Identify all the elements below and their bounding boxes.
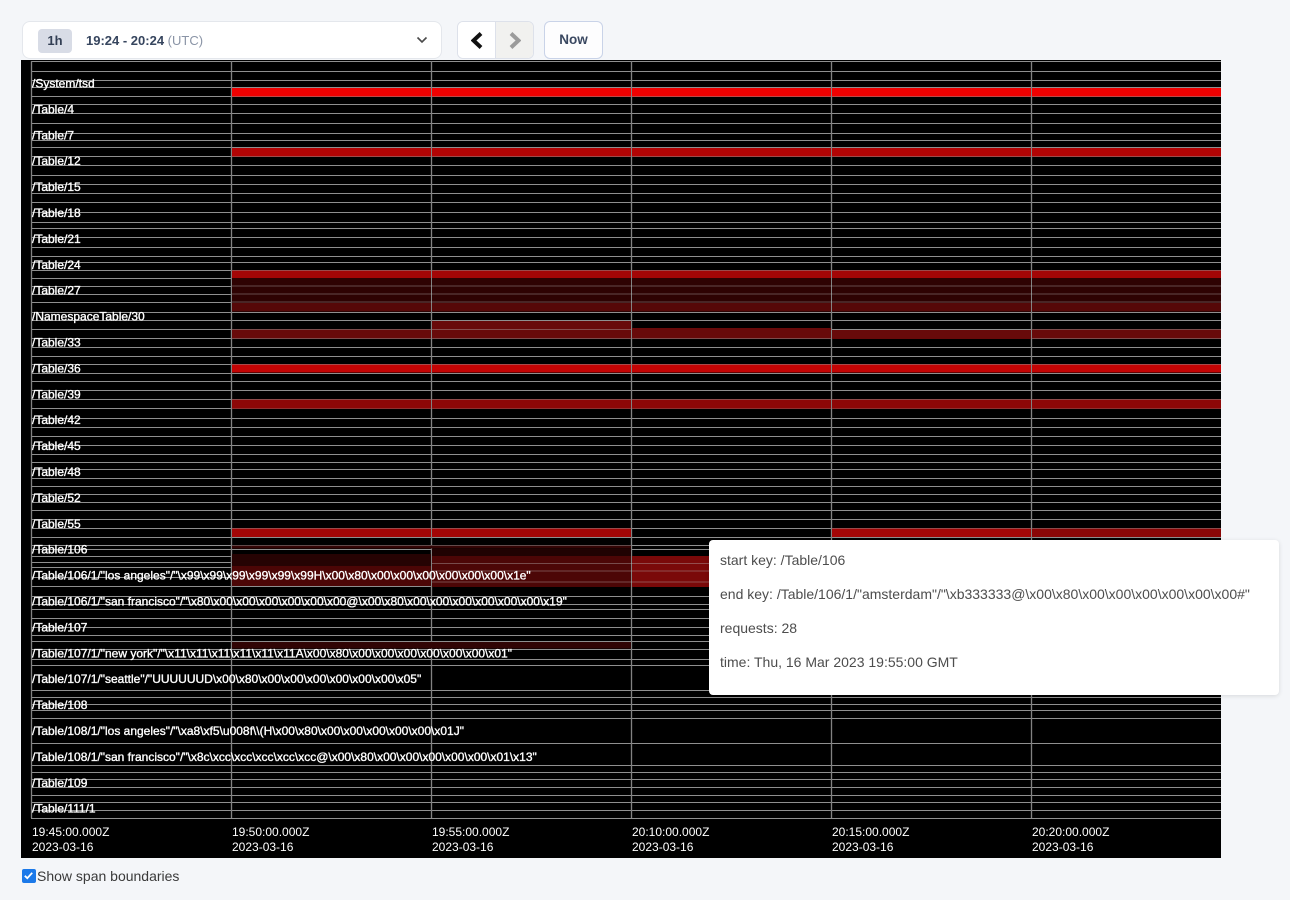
svg-text:/Table/108/1/"san francisco"/": /Table/108/1/"san francisco"/"\x8c\xcc\x… [32,750,537,764]
svg-text:/Table/45: /Table/45 [32,439,81,453]
svg-text:/Table/15: /Table/15 [32,180,81,194]
svg-text:/Table/33: /Table/33 [32,336,81,350]
svg-text:19:45:00.000Z: 19:45:00.000Z [32,825,109,839]
svg-text:/NamespaceTable/30: /NamespaceTable/30 [32,310,145,324]
svg-text:/Table/12: /Table/12 [32,154,81,168]
svg-text:/Table/106/1/"san francisco"/": /Table/106/1/"san francisco"/"\x80\x00\x… [32,595,567,609]
svg-text:/Table/111/1: /Table/111/1 [32,802,96,816]
svg-text:/Table/109: /Table/109 [32,776,88,790]
svg-text:20:15:00.000Z: 20:15:00.000Z [832,825,909,839]
svg-text:2023-03-16: 2023-03-16 [432,840,494,854]
svg-text:2023-03-16: 2023-03-16 [232,840,294,854]
svg-text:/Table/108/1/"los angeles"/"\x: /Table/108/1/"los angeles"/"\xa8\xf5\u00… [32,724,464,738]
svg-text:2023-03-16: 2023-03-16 [632,840,694,854]
svg-text:/Table/42: /Table/42 [32,413,81,427]
svg-text:/Table/4: /Table/4 [32,102,74,116]
svg-text:/Table/107/1/"new york"/"\x11\: /Table/107/1/"new york"/"\x11\x11\x11\x1… [32,646,512,660]
svg-text:/Table/48: /Table/48 [32,465,81,479]
svg-text:/Table/52: /Table/52 [32,491,81,505]
svg-text:/System/tsd: /System/tsd [32,77,95,91]
svg-text:20:10:00.000Z: 20:10:00.000Z [632,825,709,839]
svg-text:/Table/18: /Table/18 [32,206,81,220]
svg-text:/Table/55: /Table/55 [32,517,81,531]
svg-text:/Table/24: /Table/24 [32,258,81,272]
svg-text:/Table/7: /Table/7 [32,128,74,142]
svg-text:19:55:00.000Z: 19:55:00.000Z [432,825,509,839]
svg-text:2023-03-16: 2023-03-16 [32,840,94,854]
svg-text:/Table/106: /Table/106 [32,543,88,557]
svg-text:2023-03-16: 2023-03-16 [832,840,894,854]
svg-text:/Table/36: /Table/36 [32,361,81,375]
svg-text:20:20:00.000Z: 20:20:00.000Z [1032,825,1109,839]
svg-text:/Table/108: /Table/108 [32,698,88,712]
svg-text:/Table/21: /Table/21 [32,232,81,246]
svg-text:2023-03-16: 2023-03-16 [1032,840,1094,854]
svg-text:/Table/107: /Table/107 [32,620,88,634]
svg-text:19:50:00.000Z: 19:50:00.000Z [232,825,309,839]
svg-text:/Table/107/1/"seattle"/"UUUUUU: /Table/107/1/"seattle"/"UUUUUUD\x00\x80\… [32,672,421,686]
svg-text:/Table/27: /Table/27 [32,284,81,298]
svg-text:/Table/39: /Table/39 [32,387,81,401]
svg-text:/Table/106/1/"los angeles"/"\x: /Table/106/1/"los angeles"/"\x99\x99\x99… [32,569,531,583]
